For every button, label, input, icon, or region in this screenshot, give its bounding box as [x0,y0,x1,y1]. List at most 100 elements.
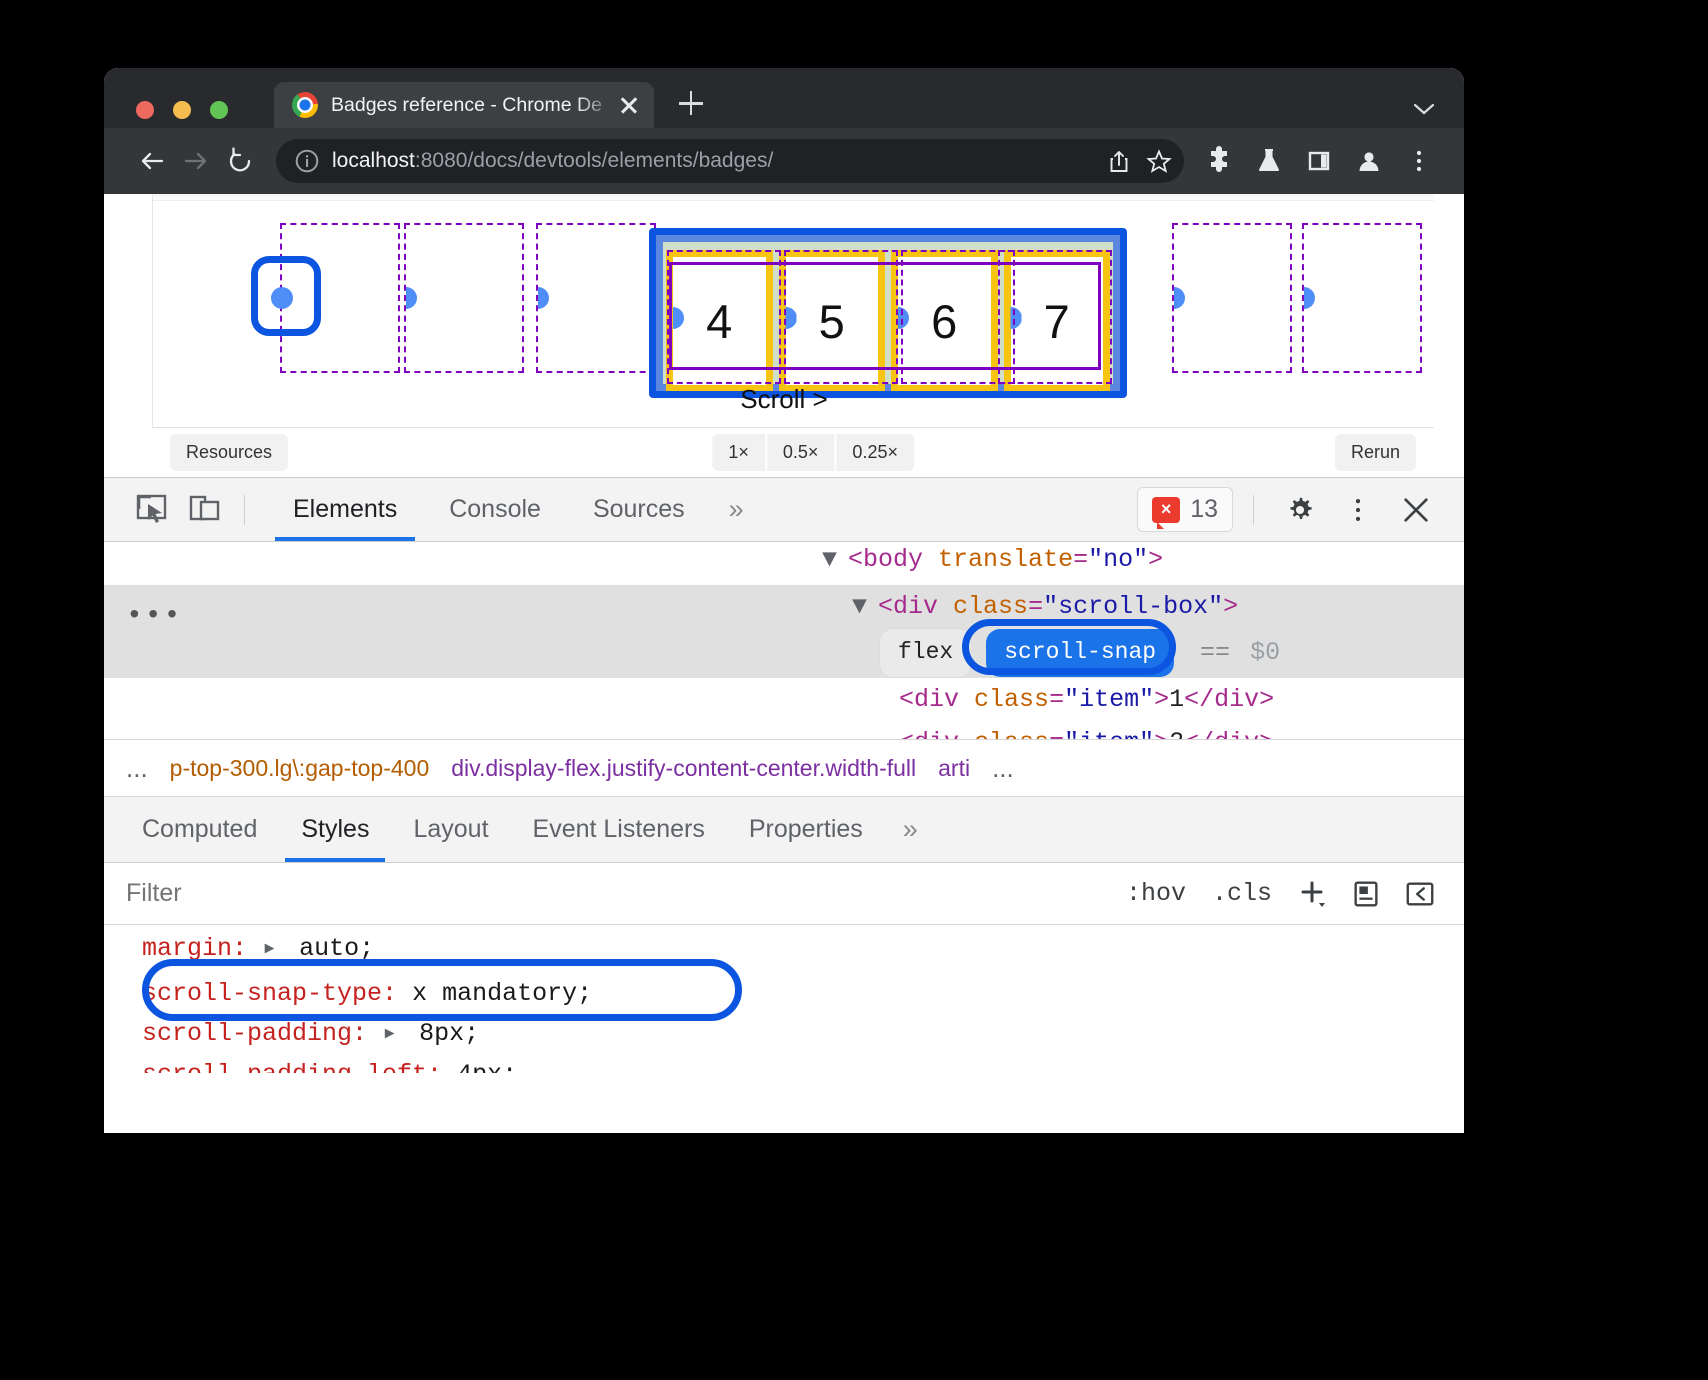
badge-flex[interactable]: flex [879,628,972,678]
tab-strip: Badges reference - Chrome De [104,68,1464,128]
css-declaration[interactable]: margin: ▸ auto; [104,929,1464,970]
minimize-window-button[interactable] [173,101,191,119]
close-icon[interactable] [1390,484,1442,536]
address-bar[interactable]: localhost:8080/docs/devtools/elements/ba… [276,139,1184,183]
css-property-name[interactable]: scroll-snap-type [142,979,382,1008]
dom-tree[interactable]: ▼<body translate="no"> ••• ▼<div class="… [104,542,1464,739]
tab-properties[interactable]: Properties [727,797,885,862]
devtools-tab-list: Elements Console Sources » [267,478,762,541]
side-panel-icon[interactable] [1296,138,1342,184]
filter-input[interactable] [126,879,1118,908]
snap-ghost-item [1302,223,1422,373]
tag-name: div [893,592,938,621]
browser-tab[interactable]: Badges reference - Chrome De [274,82,654,128]
css-property-name[interactable]: scroll-padding-left [142,1060,427,1074]
css-declaration[interactable]: scroll-padding: ▸ 8px; [104,1014,1464,1055]
attr-eq: = [1049,728,1064,739]
styles-rules-pane[interactable]: margin: ▸ auto; scroll-snap-type: x mand… [104,925,1464,1073]
css-property-value[interactable]: x mandatory; [412,979,592,1008]
extensions-puzzle-icon[interactable] [1196,138,1242,184]
attr-name: class [953,592,1028,621]
tab-console[interactable]: Console [423,478,567,541]
tab-sources[interactable]: Sources [567,478,711,541]
browser-toolbar: localhost:8080/docs/devtools/elements/ba… [104,128,1464,194]
css-property-name[interactable]: scroll-padding [142,1019,352,1048]
annotation-ring-snap-point [251,256,321,336]
attr-value: "item" [1064,728,1154,739]
attr-name: class [974,728,1049,739]
css-property-value[interactable]: auto; [299,934,374,963]
tag-end: </div> [1184,685,1274,714]
attr-eq: = [1049,685,1064,714]
breadcrumb-overflow-left[interactable]: ... [126,753,148,784]
close-window-button[interactable] [136,101,154,119]
devtools-panel: Elements Console Sources » × 13 [104,477,1464,1133]
back-arrow-icon[interactable] [130,139,174,183]
tab-layout[interactable]: Layout [391,797,510,862]
dom-row-item-2[interactable]: <div class="item">2</div> [104,721,1464,739]
more-vertical-icon[interactable] [1332,484,1384,536]
maximize-window-button[interactable] [210,101,228,119]
scroll-snap-overlay: 4 5 6 7 [104,223,1464,373]
tab-title: Badges reference - Chrome De [331,94,616,117]
share-icon[interactable] [1104,146,1134,176]
more-tabs-icon[interactable]: » [711,494,762,525]
zoom-0.5x-button[interactable]: 0.5× [767,434,835,471]
tab-elements[interactable]: Elements [267,478,423,541]
css-property-value[interactable]: 4px; [457,1060,517,1074]
more-vertical-icon[interactable] [1396,138,1442,184]
print-style-icon[interactable] [1344,872,1388,916]
tab-styles[interactable]: Styles [279,797,391,862]
css-declaration[interactable]: scroll-padding-left: 4px; [104,1055,1464,1074]
expand-triangle-icon[interactable]: ▼ [822,542,848,581]
zoom-1x-button[interactable]: 1× [712,434,765,471]
info-circle-icon[interactable] [292,146,322,176]
attr-name: translate [938,545,1073,574]
breadcrumb-item[interactable]: arti [938,755,970,782]
css-property-value[interactable]: 8px; [419,1019,479,1048]
css-declaration-highlighted[interactable]: scroll-snap-type: x mandatory; [104,974,1464,1015]
tag-name: div [914,728,959,739]
gear-icon[interactable] [1274,484,1326,536]
tag-name: body [863,545,923,574]
inspect-element-icon[interactable] [126,484,178,536]
breadcrumb-item[interactable]: div.display-flex.justify-content-center.… [451,755,916,782]
error-count-badge[interactable]: × 13 [1137,487,1233,532]
new-tab-button[interactable] [674,86,708,120]
class-editor-button[interactable]: .cls [1204,879,1280,908]
breadcrumb-item[interactable]: p-top-300.lg\:gap-top-400 [170,755,430,782]
tab-event-listeners[interactable]: Event Listeners [511,797,727,862]
bookmark-star-icon[interactable] [1144,146,1174,176]
resources-button[interactable]: Resources [170,434,288,471]
css-property-name[interactable]: margin [142,934,232,963]
profile-avatar-icon[interactable] [1346,138,1392,184]
collapse-sidebar-icon[interactable] [1398,872,1442,916]
page-viewport: 4 5 6 7 [104,194,1464,477]
dom-row-item-1[interactable]: <div class="item">1</div> [104,678,1464,721]
css-colon: : [427,1060,442,1074]
tab-computed[interactable]: Computed [120,797,279,862]
dom-row-scroll-box[interactable]: ••• ▼<div class="scroll-box"> flex scrol… [104,585,1464,678]
hover-state-button[interactable]: :hov [1118,879,1194,908]
more-sidebar-tabs-icon[interactable]: » [885,814,936,845]
page-top-shadow [152,194,1434,201]
browser-window: Badges reference - Chrome De [104,68,1464,1133]
page-demo-bottom-bar: Resources 1× 0.5× 0.25× Rerun [152,427,1434,477]
attr-value: "item" [1064,685,1154,714]
forward-arrow-icon[interactable] [174,139,218,183]
breadcrumb-overflow-right[interactable]: ... [992,753,1014,784]
close-tab-icon[interactable] [616,92,642,118]
snap-point-dot [527,287,549,309]
device-toolbar-icon[interactable] [178,484,230,536]
zoom-0.25x-button[interactable]: 0.25× [836,434,914,471]
rerun-button[interactable]: Rerun [1335,434,1416,471]
expand-shorthand-icon[interactable]: ▸ [382,1014,404,1055]
reload-icon[interactable] [218,139,262,183]
dom-row-body[interactable]: ▼<body translate="no"> [104,542,1464,581]
attr-value: "no" [1088,545,1148,574]
expand-triangle-icon[interactable]: ▼ [852,585,878,628]
experiments-flask-icon[interactable] [1246,138,1292,184]
plus-icon[interactable] [1290,872,1334,916]
expand-shorthand-icon[interactable]: ▸ [262,929,284,970]
chevron-down-icon[interactable] [1414,102,1434,113]
